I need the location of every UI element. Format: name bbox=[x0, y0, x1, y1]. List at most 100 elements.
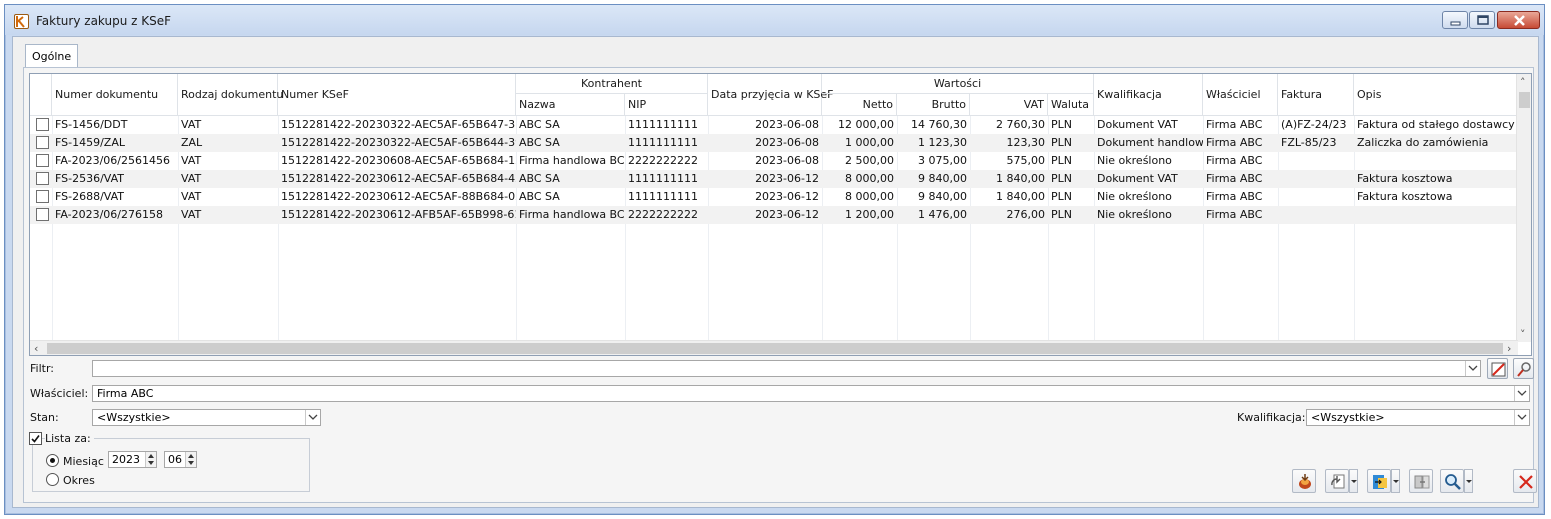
row-select-checkbox[interactable] bbox=[36, 190, 49, 203]
scroll-up-icon[interactable]: ˄ bbox=[1520, 77, 1526, 88]
window-title: Faktury zakupu z KSeF bbox=[36, 14, 172, 28]
row-select-checkbox[interactable] bbox=[36, 118, 49, 131]
filter-input[interactable] bbox=[92, 360, 1481, 377]
header-data-przyjecia[interactable]: Data przyjęcia w KSeF bbox=[708, 74, 834, 116]
clear-filter-icon bbox=[1491, 362, 1506, 377]
header-kwalifikacja[interactable]: Kwalifikacja bbox=[1094, 74, 1203, 116]
header-select bbox=[30, 74, 52, 116]
header-nip[interactable]: NIP bbox=[625, 94, 708, 116]
tab-panel-ogolne: Numer dokumentu Rodzaj dokumentu Numer K… bbox=[23, 67, 1537, 503]
clear-filter-button[interactable] bbox=[1487, 358, 1508, 379]
table-row[interactable]: FS-1456/DDT VAT 1512281422-20230322-AEC5AF… bbox=[30, 116, 1518, 134]
cell-numer-ksef: 1512281422-20230612-AEC5AF-65B684-42 bbox=[281, 172, 516, 185]
cell-opis: Faktura od stałego dostawcy bbox=[1357, 118, 1515, 131]
cell-vat: 2 760,30 bbox=[996, 118, 1045, 131]
header-netto[interactable]: Netto bbox=[822, 94, 897, 116]
fetch-ksef-icon bbox=[1299, 474, 1311, 489]
filter-settings-button[interactable] bbox=[1513, 358, 1534, 379]
grid-body: FS-1456/DDT VAT 1512281422-20230322-AEC5AF… bbox=[30, 116, 1518, 342]
search-dropdown[interactable] bbox=[1464, 469, 1473, 493]
cell-wlasciciel: Firma ABC bbox=[1206, 208, 1263, 221]
list-period-checkbox[interactable] bbox=[29, 432, 42, 445]
title-bar[interactable]: Faktury zakupu z KSeF bbox=[5, 5, 1544, 35]
header-faktura[interactable]: Faktura bbox=[1278, 74, 1354, 116]
maximize-button[interactable] bbox=[1469, 11, 1495, 29]
cell-netto: 12 000,00 bbox=[838, 118, 894, 131]
cell-wlasciciel: Firma ABC bbox=[1206, 172, 1263, 185]
qualification-dropdown-button[interactable] bbox=[1514, 410, 1529, 425]
cell-rodzaj-dokumentu: VAT bbox=[181, 118, 202, 131]
header-vat[interactable]: VAT bbox=[970, 94, 1048, 116]
row-select-checkbox[interactable] bbox=[36, 136, 49, 149]
table-row[interactable]: FS-2536/VAT VAT 1512281422-20230612-AEC5AF… bbox=[30, 170, 1518, 188]
cancel-button[interactable] bbox=[1513, 469, 1537, 493]
search-button[interactable] bbox=[1440, 469, 1464, 493]
owner-label: Właściciel: bbox=[30, 387, 89, 400]
import-dropdown[interactable] bbox=[1391, 469, 1400, 493]
refresh-dropdown[interactable] bbox=[1349, 469, 1358, 493]
owner-select[interactable]: Firma ABC bbox=[92, 385, 1530, 402]
import-document-button[interactable] bbox=[1367, 469, 1391, 493]
cell-data-przyjecia: 2023-06-12 bbox=[755, 208, 819, 221]
year-stepper-arrows[interactable] bbox=[145, 452, 156, 467]
cell-numer-ksef: 1512281422-20230322-AEC5AF-65B644-39 bbox=[281, 136, 516, 149]
invoice-grid[interactable]: Numer dokumentu Rodzaj dokumentu Numer K… bbox=[29, 73, 1532, 356]
cell-waluta: PLN bbox=[1051, 190, 1072, 203]
main-window: Faktury zakupu z KSeF Ogólne Numer dokum… bbox=[4, 4, 1545, 515]
cell-numer-ksef: 1512281422-20230612-AFB5AF-65B998-61 bbox=[281, 208, 516, 221]
chevron-down-icon bbox=[1517, 390, 1527, 396]
fetch-ksef-button[interactable] bbox=[1292, 469, 1316, 493]
scroll-left-icon[interactable]: ‹ bbox=[34, 343, 38, 354]
qualification-select[interactable]: <Wszystkie> bbox=[1306, 409, 1530, 426]
scroll-down-icon[interactable]: ˅ bbox=[1520, 329, 1526, 340]
cell-wlasciciel: Firma ABC bbox=[1206, 154, 1263, 167]
cell-rodzaj-dokumentu: ZAL bbox=[181, 136, 203, 149]
month-stepper[interactable]: 06 bbox=[164, 451, 197, 468]
header-waluta[interactable]: Waluta bbox=[1048, 94, 1094, 116]
year-stepper[interactable]: 2023 bbox=[108, 451, 157, 468]
row-select-checkbox[interactable] bbox=[36, 154, 49, 167]
table-row[interactable]: FA-2023/06/2561456 VAT 1512281422-20230608… bbox=[30, 152, 1518, 170]
scroll-right-icon[interactable]: › bbox=[1507, 343, 1511, 354]
period-radio[interactable] bbox=[46, 473, 59, 486]
cell-rodzaj-dokumentu: VAT bbox=[181, 154, 202, 167]
cell-wlasciciel: Firma ABC bbox=[1206, 118, 1263, 131]
tab-ogolne[interactable]: Ogólne bbox=[25, 44, 79, 68]
cell-netto: 8 000,00 bbox=[845, 190, 894, 203]
table-row[interactable]: FS-1459/ZAL ZAL 1512281422-20230322-AEC5AF… bbox=[30, 134, 1518, 152]
header-nazwa[interactable]: Nazwa bbox=[516, 94, 625, 116]
horizontal-scrollbar[interactable]: ‹ › bbox=[30, 340, 1518, 355]
horizontal-scroll-thumb[interactable] bbox=[47, 343, 1503, 354]
header-rodzaj-dokumentu[interactable]: Rodzaj dokumentu bbox=[178, 74, 283, 116]
table-row[interactable]: FS-2688/VAT VAT 1512281422-20230612-AEC5AF… bbox=[30, 188, 1518, 206]
cell-netto: 8 000,00 bbox=[845, 172, 894, 185]
header-wlasciciel[interactable]: Właściciel bbox=[1203, 74, 1278, 116]
row-select-checkbox[interactable] bbox=[36, 172, 49, 185]
table-row[interactable]: FA-2023/06/276158 VAT 1512281422-20230612-… bbox=[30, 206, 1518, 224]
cell-vat: 575,00 bbox=[1006, 154, 1046, 167]
close-button[interactable] bbox=[1497, 11, 1540, 29]
refresh-button[interactable] bbox=[1325, 469, 1349, 493]
vertical-scrollbar[interactable]: ˄ ˅ bbox=[1516, 74, 1531, 342]
status-select[interactable]: <Wszystkie> bbox=[92, 409, 321, 426]
month-stepper-arrows[interactable] bbox=[185, 452, 196, 467]
owner-dropdown-button[interactable] bbox=[1514, 386, 1529, 401]
link-button[interactable] bbox=[1409, 469, 1433, 493]
header-brutto[interactable]: Brutto bbox=[897, 94, 970, 116]
header-numer-ksef[interactable]: Numer KSeF bbox=[278, 74, 516, 116]
header-numer-dokumentu[interactable]: Numer dokumentu bbox=[52, 74, 178, 116]
cell-faktura: (A)FZ-24/23 bbox=[1281, 118, 1347, 131]
cell-nazwa: ABC SA bbox=[519, 190, 560, 203]
status-dropdown-button[interactable] bbox=[305, 410, 320, 425]
close-icon bbox=[1514, 15, 1525, 26]
filter-dropdown-button[interactable] bbox=[1465, 361, 1480, 376]
month-radio[interactable] bbox=[46, 454, 59, 467]
vertical-scroll-thumb[interactable] bbox=[1519, 92, 1530, 108]
cell-numer-ksef: 1512281422-20230322-AEC5AF-65B647-37 bbox=[281, 118, 516, 131]
cell-numer-dokumentu: FS-2688/VAT bbox=[55, 190, 124, 203]
minimize-button[interactable] bbox=[1442, 11, 1468, 29]
owner-select-value: Firma ABC bbox=[97, 387, 154, 400]
row-select-checkbox[interactable] bbox=[36, 208, 49, 221]
cell-faktura bbox=[1278, 170, 1354, 188]
header-opis[interactable]: Opis bbox=[1354, 74, 1518, 116]
